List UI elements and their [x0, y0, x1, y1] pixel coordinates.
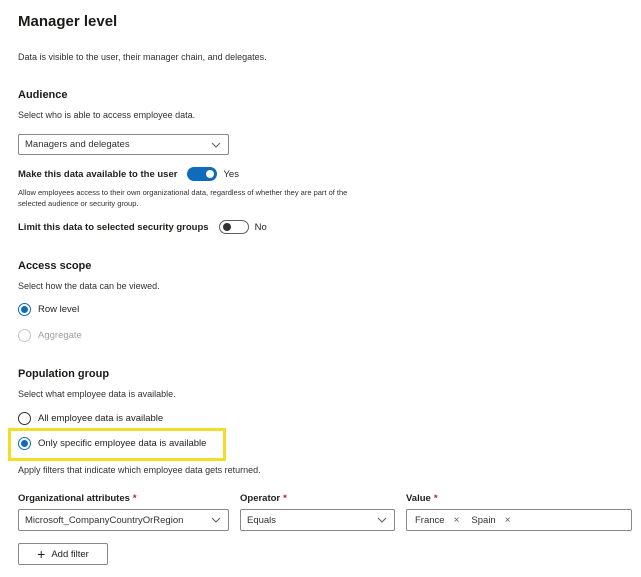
add-filter-label: Add filter	[51, 548, 89, 560]
chevron-down-icon	[211, 140, 221, 150]
radio-button[interactable]	[18, 412, 31, 425]
radio-row-level[interactable]: Row level	[18, 303, 79, 316]
make-available-row: Make this data available to the user Yes	[18, 167, 239, 181]
audience-heading: Audience	[18, 89, 68, 101]
radio-button[interactable]	[18, 437, 31, 450]
audience-description: Select who is able to access employee da…	[18, 110, 196, 120]
make-available-help: Allow employees access to their own orga…	[18, 188, 348, 208]
access-scope-heading: Access scope	[18, 260, 92, 272]
radio-all-employees-label: All employee data is available	[38, 413, 164, 424]
radio-all-employees[interactable]: All employee data is available	[18, 412, 163, 425]
radio-row-level-label: Row level	[38, 304, 80, 315]
limit-groups-toggle[interactable]	[218, 220, 249, 234]
close-icon[interactable]: ×	[454, 515, 460, 526]
value-label: Value *	[406, 493, 438, 504]
radio-aggregate-label: Aggregate	[38, 330, 82, 341]
org-attr-dropdown-value: Microsoft_CompanyCountryOrRegion	[25, 514, 184, 526]
audience-dropdown[interactable]: Managers and delegates	[18, 134, 229, 155]
plus-icon: +	[37, 546, 46, 562]
population-group-heading: Population group	[18, 368, 110, 380]
access-scope-description: Select how the data can be viewed.	[18, 281, 160, 291]
value-chip: France ×	[415, 515, 459, 526]
close-icon[interactable]: ×	[505, 515, 511, 526]
operator-dropdown-value: Equals	[247, 514, 277, 526]
operator-dropdown[interactable]: Equals	[240, 509, 395, 531]
radio-button[interactable]	[18, 329, 31, 342]
value-chip: Spain ×	[471, 515, 510, 526]
audience-dropdown-value: Managers and delegates	[25, 139, 130, 150]
filter-hint: Apply filters that indicate which employ…	[18, 465, 261, 475]
value-picker[interactable]: France × Spain ×	[406, 509, 632, 531]
make-available-toggle[interactable]	[187, 167, 218, 181]
radio-button[interactable]	[18, 303, 31, 316]
page-title: Manager level	[18, 13, 118, 30]
radio-specific-employees[interactable]: Only specific employee data is available	[18, 437, 206, 450]
make-available-state: Yes	[223, 168, 239, 180]
chevron-down-icon	[211, 515, 221, 525]
required-mark: *	[132, 493, 137, 504]
org-attr-label: Organizational attributes *	[18, 493, 137, 504]
make-available-label: Make this data available to the user	[18, 168, 178, 180]
org-attr-dropdown[interactable]: Microsoft_CompanyCountryOrRegion	[18, 509, 229, 531]
value-chip-label: Spain	[471, 514, 496, 526]
chevron-down-icon	[377, 515, 387, 525]
limit-groups-row: Limit this data to selected security gro…	[18, 220, 267, 234]
required-mark: *	[283, 493, 287, 504]
page-description: Data is visible to the user, their manag…	[18, 52, 267, 62]
operator-label: Operator *	[240, 493, 287, 504]
population-group-description: Select what employee data is available.	[18, 389, 176, 399]
value-chip-label: France	[415, 514, 445, 526]
required-mark: *	[433, 493, 438, 504]
limit-groups-state: No	[254, 221, 267, 233]
add-filter-button[interactable]: + Add filter	[18, 543, 108, 565]
radio-specific-employees-label: Only specific employee data is available	[38, 438, 207, 449]
limit-groups-label: Limit this data to selected security gro…	[18, 221, 209, 233]
radio-aggregate[interactable]: Aggregate	[18, 329, 82, 342]
